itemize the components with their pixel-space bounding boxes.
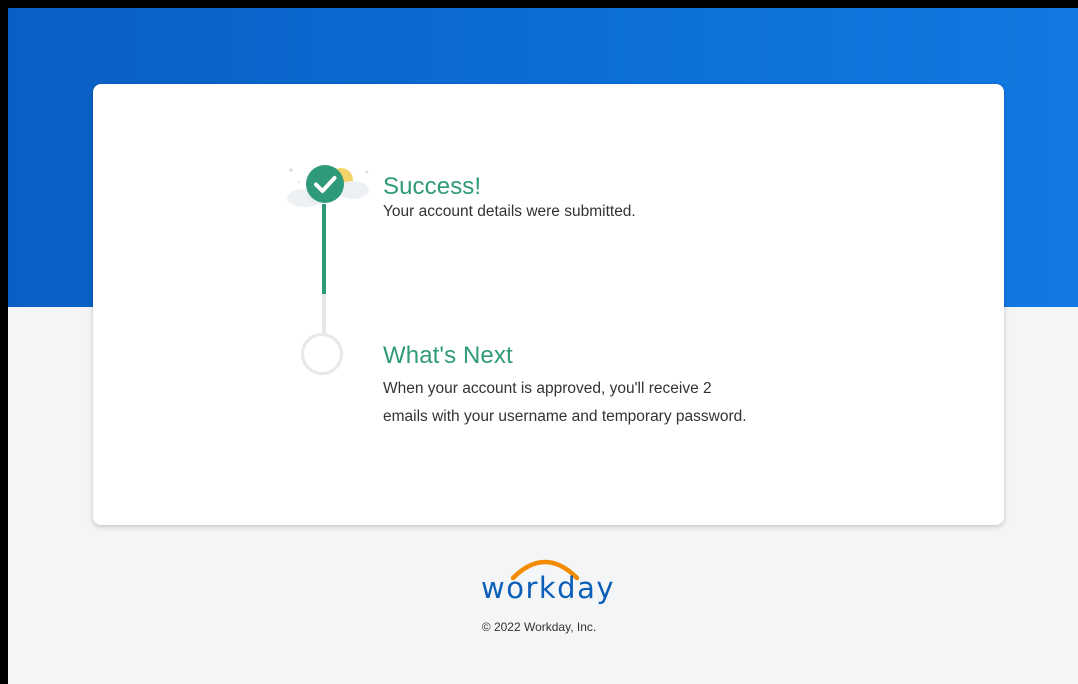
next-title: What's Next <box>383 342 513 369</box>
page-frame: Success! Your account details were submi… <box>8 8 1078 684</box>
empty-step-circle-icon <box>301 333 343 375</box>
next-message-line2: emails with your username and temporary … <box>383 408 747 425</box>
progress-line-complete <box>322 204 326 294</box>
workday-logo: workday <box>478 546 618 616</box>
next-message-line1: When your account is approved, you'll re… <box>383 380 712 397</box>
confirmation-card: Success! Your account details were submi… <box>93 84 1004 525</box>
success-message: Your account details were submitted. <box>383 203 636 220</box>
check-icon <box>306 165 344 203</box>
progress-line-pending <box>322 294 326 336</box>
workday-wordmark: workday <box>480 571 616 605</box>
copyright-text: © 2022 Workday, Inc. <box>481 620 597 634</box>
success-title: Success! <box>383 173 482 200</box>
